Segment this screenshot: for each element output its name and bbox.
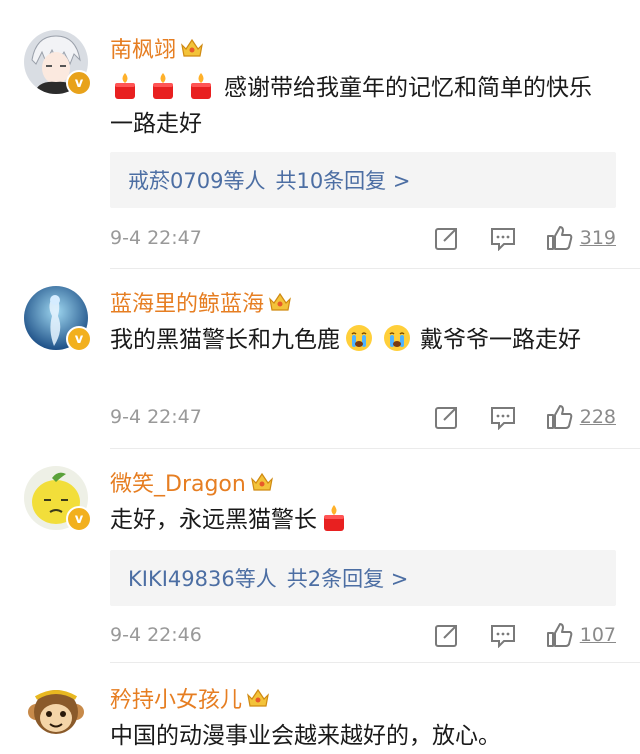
like-count[interactable]: 107	[580, 624, 616, 646]
like-button[interactable]: 228	[546, 404, 616, 430]
username-label: 微笑_Dragon	[110, 472, 246, 497]
share-icon	[434, 407, 457, 429]
comment-username[interactable]: 矜持小女孩儿	[110, 682, 270, 714]
share-button[interactable]	[434, 622, 460, 648]
comment-item: 矜持小女孩儿 中国的动漫事业会越来越好的，放心。	[0, 662, 640, 754]
verified-badge-icon: v	[66, 326, 92, 352]
timestamp: 9-4 22:47	[110, 227, 202, 249]
avatar[interactable]: v	[24, 466, 92, 532]
crown-icon	[181, 38, 203, 57]
comment-item: v 微笑_Dragon 走好，永远黑猫警长 KIKI49836等人 共2条回复 >…	[0, 448, 640, 662]
crying-face-icon	[346, 325, 372, 351]
comment-text-content: 戴爷爷一路走好	[420, 327, 581, 353]
crown-icon	[269, 292, 291, 311]
share-icon	[434, 625, 457, 647]
share-button[interactable]	[434, 225, 460, 251]
comment-icon	[490, 228, 515, 251]
avatar[interactable]: v	[24, 286, 92, 352]
share-icon	[434, 228, 457, 250]
comment-meta: 9-4 22:47 228	[110, 402, 616, 432]
reply-users[interactable]: 戒菸0709等人	[128, 165, 265, 195]
comment-text: 走好，永远黑猫警长	[110, 502, 610, 538]
like-button[interactable]: 319	[546, 225, 616, 251]
comment-button[interactable]	[490, 404, 516, 430]
comment-username[interactable]: 蓝海里的鲸蓝海	[110, 286, 292, 318]
thumbs-up-icon	[546, 226, 573, 250]
candle-icon	[324, 505, 344, 531]
share-button[interactable]	[434, 404, 460, 430]
comment-text: 感谢带给我童年的记忆和简单的快乐 一路走好	[110, 70, 610, 142]
comment-text: 我的黑猫警长和九色鹿 戴爷爷一路走好	[110, 322, 610, 358]
reply-count-link[interactable]: 共10条回复 >	[275, 165, 410, 195]
comment-button[interactable]	[490, 622, 516, 648]
comment-username[interactable]: 南枫翊	[110, 32, 204, 64]
comment-text-content: 我的黑猫警长和九色鹿	[110, 327, 340, 353]
reply-summary[interactable]: KIKI49836等人 共2条回复 >	[110, 550, 616, 606]
verified-badge-icon: v	[66, 70, 92, 96]
comment-username[interactable]: 微笑_Dragon	[110, 466, 274, 498]
comment-icon	[490, 407, 515, 430]
username-label: 矜持小女孩儿	[110, 688, 243, 713]
comment-meta: 9-4 22:47 319	[110, 223, 616, 253]
like-button[interactable]: 107	[546, 622, 616, 648]
thumbs-up-icon	[546, 405, 573, 429]
like-count[interactable]: 228	[580, 406, 616, 428]
avatar[interactable]: v	[24, 30, 92, 96]
reply-count-link[interactable]: 共2条回复 >	[287, 563, 409, 593]
avatar[interactable]	[24, 680, 88, 744]
candle-icon	[191, 73, 211, 99]
username-label: 蓝海里的鲸蓝海	[110, 292, 265, 317]
crying-face-icon	[384, 325, 410, 351]
verified-badge-icon: v	[66, 506, 92, 532]
timestamp: 9-4 22:46	[110, 624, 202, 646]
thumbs-up-icon	[546, 623, 573, 647]
comment-text-content: 走好，永远黑猫警长	[110, 507, 317, 533]
candle-icon	[115, 73, 135, 99]
reply-summary[interactable]: 戒菸0709等人 共10条回复 >	[110, 152, 616, 208]
candle-icon	[153, 73, 173, 99]
comment-item: v 南枫翊 感谢带给我童年的记忆和简单的快乐 一路走好 戒菸0709等人 共10条…	[0, 0, 640, 268]
reply-users[interactable]: KIKI49836等人	[128, 563, 277, 593]
comment-item: v 蓝海里的鲸蓝海 我的黑猫警长和九色鹿 戴爷爷一路走好 9-4 22:47 22…	[0, 268, 640, 448]
timestamp: 9-4 22:47	[110, 406, 202, 428]
crown-icon	[250, 472, 273, 491]
comment-text-content: 感谢带给我童年的记忆和简单的快乐 一路走好	[110, 75, 592, 137]
comment-button[interactable]	[490, 225, 516, 251]
comment-text-content: 中国的动漫事业会越来越好的，放心。	[110, 723, 501, 749]
crown-icon	[247, 688, 269, 707]
comment-icon	[490, 625, 515, 648]
username-label: 南枫翊	[110, 38, 177, 63]
like-count[interactable]: 319	[580, 227, 616, 249]
comment-text: 中国的动漫事业会越来越好的，放心。	[110, 718, 610, 754]
comment-meta: 9-4 22:46 107	[110, 620, 616, 650]
